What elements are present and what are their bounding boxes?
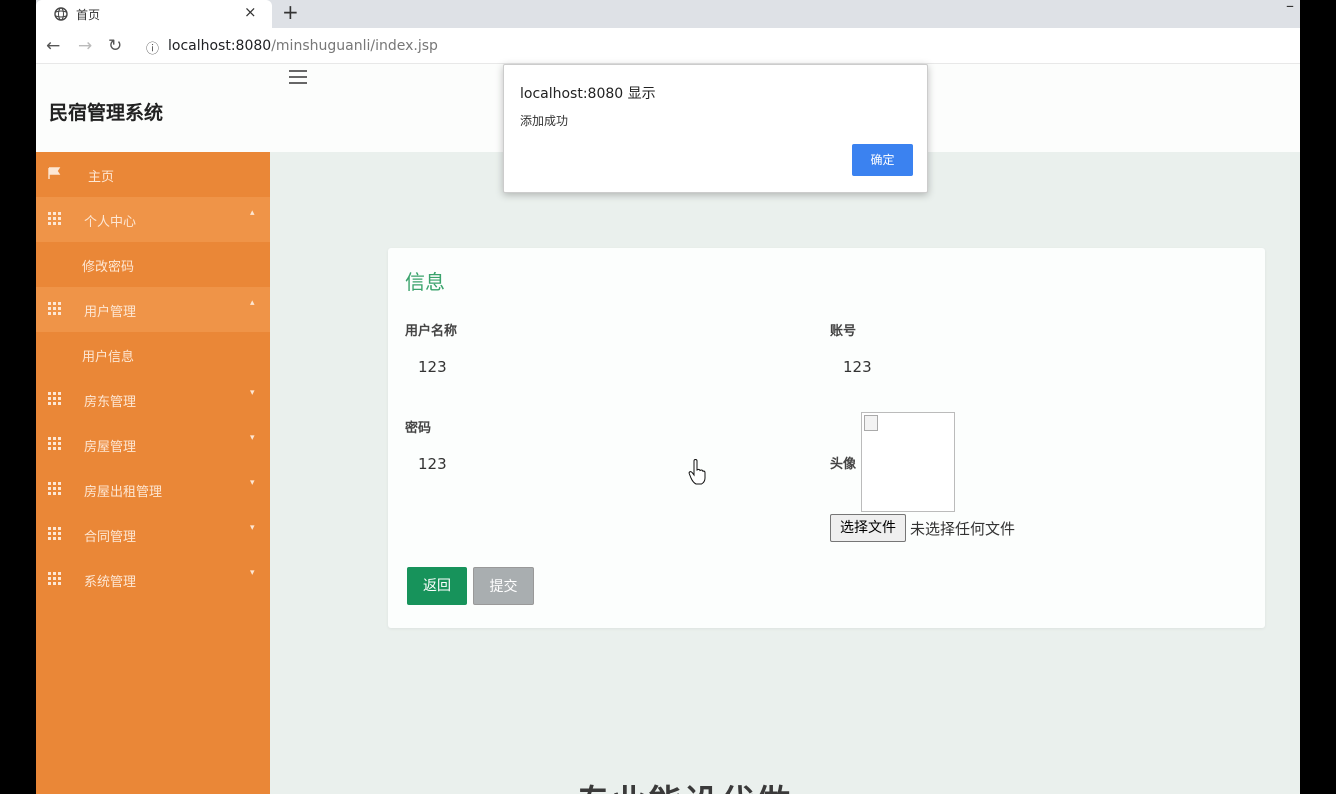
flag-icon: [48, 167, 61, 179]
chevron-up-icon: ▴: [250, 208, 255, 218]
username-value[interactable]: 123: [418, 358, 447, 376]
grid-icon: [48, 392, 61, 405]
account-label: 账号: [830, 324, 857, 339]
sidebar-item-label: 房屋出租管理: [84, 485, 163, 500]
sidebar-item-label: 房屋管理: [84, 440, 137, 455]
url-path: /minshuguanli/index.jsp: [271, 38, 438, 54]
chevron-down-icon: ▾: [250, 433, 255, 443]
sidebar-item-contracts[interactable]: 合同管理 ▾: [36, 512, 270, 557]
sidebar-item-label: 系统管理: [84, 575, 137, 590]
reload-icon[interactable]: ↻: [108, 36, 122, 56]
dialog-title: localhost:8080 显示: [520, 86, 656, 102]
sidebar-item-landlords[interactable]: 房东管理 ▾: [36, 377, 270, 422]
info-form-panel: 信息 用户名称 123 账号 123 密码 123 头像 选择文件 未选择任何文…: [388, 248, 1265, 628]
alert-dialog: localhost:8080 显示 添加成功 确定: [503, 64, 928, 193]
footer-watermark-text: 专业能设代做: [576, 775, 792, 794]
password-value[interactable]: 123: [418, 455, 447, 473]
chevron-down-icon: ▾: [250, 388, 255, 398]
screen: 首页 × + – ← → ↻ ⓘ localhost:8080/minshugu…: [36, 0, 1300, 794]
forward-arrow-icon[interactable]: →: [78, 36, 92, 56]
browser-tab-strip: 首页 × + –: [36, 0, 1300, 28]
sidebar-item-home[interactable]: 主页: [36, 152, 270, 197]
sidebar-item-houses[interactable]: 房屋管理 ▾: [36, 422, 270, 467]
tab-title: 首页: [76, 8, 101, 22]
grid-icon: [48, 302, 61, 315]
browser-tab[interactable]: 首页 ×: [36, 0, 272, 28]
sidebar-subitem-user-info[interactable]: 用户信息: [82, 346, 134, 365]
close-icon[interactable]: ×: [244, 3, 257, 21]
grid-icon: [48, 212, 61, 225]
account-value[interactable]: 123: [843, 358, 872, 376]
dialog-ok-button[interactable]: 确定: [852, 144, 913, 176]
menu-toggle-icon[interactable]: [289, 70, 307, 84]
sidebar-item-users[interactable]: 用户管理 ▴: [36, 287, 270, 332]
password-label: 密码: [405, 421, 432, 436]
avatar-label: 头像: [830, 457, 857, 472]
broken-image-icon: [864, 415, 878, 431]
minimize-icon[interactable]: –: [1286, 0, 1294, 15]
url-host: localhost:8080: [168, 38, 272, 54]
info-icon[interactable]: ⓘ: [146, 38, 159, 57]
grid-icon: [48, 527, 61, 540]
sidebar-item-label: 个人中心: [84, 215, 137, 230]
chevron-up-icon: ▴: [250, 298, 255, 308]
address-bar[interactable]: localhost:8080/minshuguanli/index.jsp: [168, 38, 438, 54]
avatar-preview: [861, 412, 955, 512]
sidebar-item-personal[interactable]: 个人中心 ▴: [36, 197, 270, 242]
sidebar-item-label: 合同管理: [84, 530, 137, 545]
chevron-down-icon: ▾: [250, 478, 255, 488]
hand-cursor-icon: [688, 459, 706, 485]
sidebar-item-rentals[interactable]: 房屋出租管理 ▾: [36, 467, 270, 512]
sidebar-item-system[interactable]: 系统管理 ▾: [36, 557, 270, 602]
grid-icon: [48, 482, 61, 495]
globe-icon: [54, 7, 68, 21]
app-title: 民宿管理系统: [49, 102, 164, 124]
sidebar-subitem-change-password[interactable]: 修改密码: [82, 256, 134, 275]
grid-icon: [48, 437, 61, 450]
submit-button[interactable]: 提交: [473, 567, 534, 605]
grid-icon: [48, 572, 61, 585]
choose-file-button[interactable]: 选择文件: [830, 514, 906, 542]
sidebar: 主页 个人中心 ▴ 修改密码 用户管理 ▴ 用户信息 房东管理 ▾ 房屋管理 ▾…: [36, 152, 270, 794]
back-arrow-icon[interactable]: ←: [46, 36, 60, 56]
dialog-message: 添加成功: [520, 114, 569, 128]
back-button[interactable]: 返回: [407, 567, 467, 605]
file-status: 未选择任何文件: [910, 520, 1016, 538]
sidebar-item-label: 主页: [88, 170, 115, 185]
new-tab-button[interactable]: +: [282, 0, 299, 24]
sidebar-item-label: 房东管理: [84, 395, 137, 410]
form-title: 信息: [405, 270, 445, 294]
username-label: 用户名称: [405, 324, 458, 339]
chevron-down-icon: ▾: [250, 523, 255, 533]
browser-toolbar: ← → ↻ ⓘ localhost:8080/minshuguanli/inde…: [36, 28, 1300, 64]
sidebar-item-label: 用户管理: [84, 305, 137, 320]
chevron-down-icon: ▾: [250, 568, 255, 578]
